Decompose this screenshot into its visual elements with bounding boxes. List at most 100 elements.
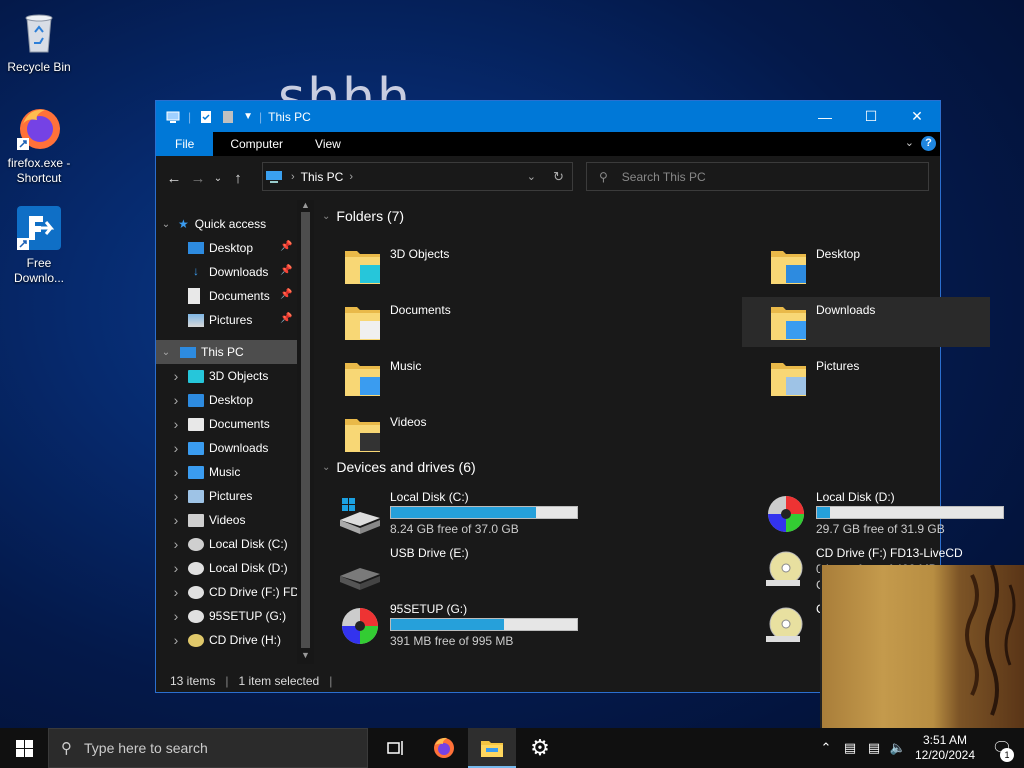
expand-icon[interactable]: › <box>168 368 184 384</box>
refresh-icon[interactable]: ↻ <box>553 169 564 185</box>
navigation-pane[interactable]: ⌄ ★ Quick access Desktop 📌 ↓ Downloads 📌… <box>156 200 314 664</box>
desktop-icon-free-download-manager[interactable]: Free Downlo... <box>1 204 77 286</box>
download-icon <box>188 441 204 455</box>
folder-label: Downloads <box>816 303 876 317</box>
nav-pc-item[interactable]: › 3D Objects <box>156 364 314 388</box>
folder-item[interactable]: Documents <box>316 297 564 347</box>
recent-locations-icon[interactable]: ⌄ <box>210 173 226 184</box>
nav-pc-item[interactable]: › Music <box>156 460 314 484</box>
tab-file[interactable]: File <box>156 132 214 156</box>
nav-pc-item[interactable]: › Downloads <box>156 436 314 460</box>
taskbar-clock[interactable]: 3:51 AM 12/20/2024 <box>910 733 980 763</box>
scroll-thumb[interactable] <box>301 212 310 648</box>
floppy-setup-icon <box>342 608 378 644</box>
drive-item[interactable]: Local Disk (C:) 8.24 GB free of 37.0 GB <box>316 488 578 544</box>
taskbar-search-box[interactable]: ⚲ Type here to search <box>48 728 368 768</box>
drive-item[interactable]: Local Disk (D:) 29.7 GB free of 31.9 GB <box>742 488 1004 544</box>
drive-item[interactable]: USB Drive (E:) <box>316 544 564 600</box>
search-input[interactable]: Search This PC <box>622 170 706 184</box>
desktop-icon-firefox[interactable]: firefox.exe - Shortcut <box>1 104 77 186</box>
help-icon[interactable]: ? <box>921 136 936 151</box>
expand-icon[interactable]: › <box>168 512 184 528</box>
tab-computer[interactable]: Computer <box>213 132 303 156</box>
nav-quick-pictures[interactable]: Pictures 📌 <box>156 308 314 332</box>
taskbar-settings-button[interactable]: ⚙ <box>516 728 564 768</box>
network-icon[interactable]: ▤ <box>862 740 886 756</box>
address-dropdown-icon[interactable]: ⌄ <box>527 170 536 183</box>
expand-icon[interactable]: › <box>168 464 184 480</box>
task-view-button[interactable] <box>372 728 420 768</box>
taskbar-file-explorer-button[interactable] <box>468 728 516 768</box>
action-center-button[interactable]: 🗨 1 <box>980 728 1024 768</box>
show-hidden-icons-button[interactable]: ⌃ <box>814 740 838 756</box>
volume-muted-icon[interactable]: 🔈 <box>886 740 910 756</box>
nav-pc-item[interactable]: › Desktop <box>156 388 314 412</box>
desktop-icon-label: Recycle Bin <box>7 60 71 74</box>
search-box[interactable]: ⚲ Search This PC <box>586 162 929 191</box>
up-button[interactable]: ↑ <box>226 170 250 187</box>
expand-ribbon-icon[interactable]: ⌄ <box>905 136 914 149</box>
nav-this-pc[interactable]: ⌄ This PC <box>156 340 314 364</box>
taskbar-search-input[interactable]: Type here to search <box>84 740 208 756</box>
collapse-icon[interactable]: ⌄ <box>158 219 174 230</box>
drive-label: USB Drive (E:) <box>390 546 469 560</box>
folder-item[interactable]: 3D Objects <box>316 241 564 291</box>
expand-icon[interactable]: › <box>168 440 184 456</box>
maximize-button[interactable]: ☐ <box>848 101 894 132</box>
nav-pc-item[interactable]: › Pictures <box>156 484 314 508</box>
drive-free-space: 29.7 GB free of 31.9 GB <box>816 522 945 536</box>
folder-item[interactable]: Downloads <box>742 297 990 347</box>
expand-icon[interactable]: › <box>168 584 184 600</box>
address-bar-row: ← → ⌄ ↑ › This PC › ⌄ ↻ ⚲ Search This PC <box>156 156 940 200</box>
nav-quick-access[interactable]: ⌄ ★ Quick access <box>156 212 314 236</box>
this-pc-icon <box>266 170 282 183</box>
expand-icon[interactable]: › <box>168 416 184 432</box>
music-icon <box>188 465 204 479</box>
nav-quick-desktop[interactable]: Desktop 📌 <box>156 236 314 260</box>
title-bar[interactable]: | ▼ | This PC — ☐ ✕ <box>156 101 940 132</box>
nav-pc-item[interactable]: › Local Disk (C:) <box>156 532 314 556</box>
nav-quick-downloads[interactable]: ↓ Downloads 📌 <box>156 260 314 284</box>
folder-item[interactable]: Music <box>316 353 564 403</box>
folder-item[interactable]: Videos <box>316 409 564 459</box>
close-button[interactable]: ✕ <box>894 101 940 132</box>
expand-icon[interactable]: › <box>168 488 184 504</box>
nav-pc-item[interactable]: › 95SETUP (G:) <box>156 604 314 628</box>
new-folder-icon[interactable] <box>221 110 235 124</box>
address-box[interactable]: › This PC › ⌄ ↻ <box>262 162 573 191</box>
nav-pc-item[interactable]: › CD Drive (H:) <box>156 628 314 652</box>
expand-icon[interactable]: › <box>168 536 184 552</box>
drives-group-header[interactable]: ⌄ Devices and drives (6) <box>322 459 476 475</box>
pictures-icon <box>188 489 204 503</box>
collapse-icon[interactable]: ⌄ <box>158 347 174 358</box>
drive-item[interactable]: 95SETUP (G:) 391 MB free of 995 MB <box>316 600 578 656</box>
nav-pc-item[interactable]: › CD Drive (F:) FD1 <box>156 580 314 604</box>
folder-item[interactable]: Desktop <box>742 241 990 291</box>
documents-icon <box>188 417 204 431</box>
quick-access-toolbar-dropdown-icon[interactable]: ▼ <box>243 111 253 122</box>
folder-item[interactable]: Pictures <box>742 353 990 403</box>
security-icon[interactable]: ▤ <box>838 740 862 756</box>
navigation-scrollbar[interactable]: ▲ ▼ <box>297 200 314 664</box>
desktop-icon-label: firefox.exe - Shortcut <box>7 156 71 185</box>
start-button[interactable] <box>0 728 48 768</box>
expand-icon[interactable]: › <box>168 632 184 648</box>
expand-icon[interactable]: › <box>168 392 184 408</box>
nav-pc-item[interactable]: › Local Disk (D:) <box>156 556 314 580</box>
properties-icon[interactable] <box>199 110 213 124</box>
nav-pc-item[interactable]: › Documents <box>156 412 314 436</box>
expand-icon[interactable]: › <box>168 608 184 624</box>
expand-icon[interactable]: › <box>168 560 184 576</box>
scroll-up-icon[interactable]: ▲ <box>297 200 314 210</box>
scroll-down-icon[interactable]: ▼ <box>297 650 314 660</box>
folder-label: Documents <box>390 303 451 317</box>
nav-quick-documents[interactable]: Documents 📌 <box>156 284 314 308</box>
back-button[interactable]: ← <box>162 170 186 187</box>
desktop-icon-recycle-bin[interactable]: Recycle Bin <box>1 8 77 75</box>
taskbar-firefox-button[interactable] <box>420 728 468 768</box>
minimize-button[interactable]: — <box>802 101 848 132</box>
forward-button[interactable]: → <box>186 170 210 187</box>
nav-pc-item[interactable]: › Videos <box>156 508 314 532</box>
tab-view[interactable]: View <box>303 132 353 156</box>
folders-group-header[interactable]: ⌄ Folders (7) <box>322 208 404 224</box>
